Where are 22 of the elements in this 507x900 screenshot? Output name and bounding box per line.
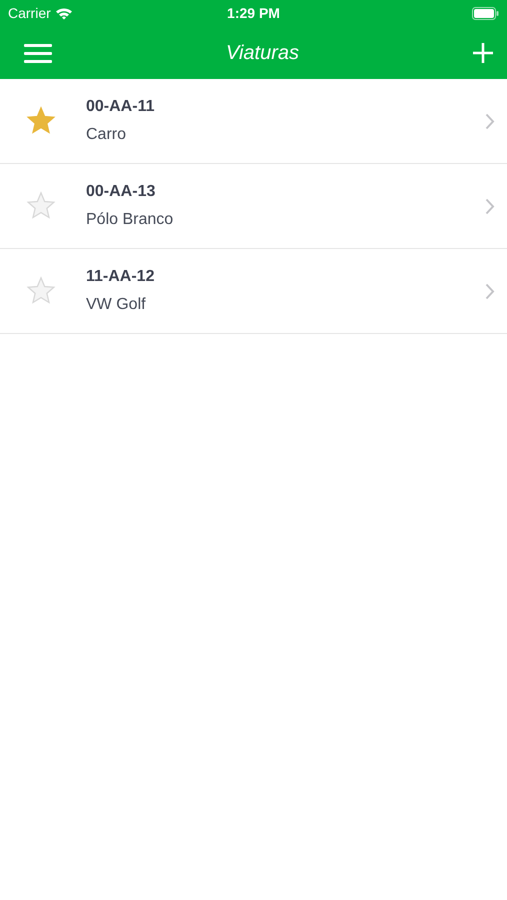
outline-star-icon[interactable] — [26, 276, 56, 306]
vehicle-plate: 00-AA-11 — [86, 97, 156, 117]
status-time: 1:29 PM — [227, 4, 280, 22]
filled-star-icon[interactable] — [26, 106, 56, 136]
vehicle-plate: 00-AA-13 — [86, 182, 156, 202]
chevron-right-icon — [485, 198, 495, 214]
add-button[interactable] — [472, 42, 493, 62]
chevron-right-icon — [485, 112, 495, 130]
vehicle-name: Pólo Branco — [86, 210, 174, 230]
carrier-label: Carrier — [8, 4, 51, 22]
wifi-icon — [54, 6, 73, 20]
vehicle-plate: 11-AA-12 — [86, 267, 156, 287]
screen-title: Viaturas — [226, 40, 299, 66]
vehicle-row[interactable]: 11-AA-12 VW Golf — [0, 249, 507, 334]
menu-button[interactable] — [24, 42, 52, 62]
vehicle-row[interactable]: 00-AA-13 Pólo Branco — [0, 164, 507, 249]
vehicle-name: VW Golf — [86, 295, 147, 315]
vehicle-row[interactable]: 00-AA-11 Carro — [0, 79, 507, 164]
battery-icon — [472, 6, 499, 20]
vehicle-name: Carro — [86, 125, 128, 145]
chevron-right-icon — [485, 282, 495, 300]
outline-star-icon[interactable] — [26, 191, 56, 221]
